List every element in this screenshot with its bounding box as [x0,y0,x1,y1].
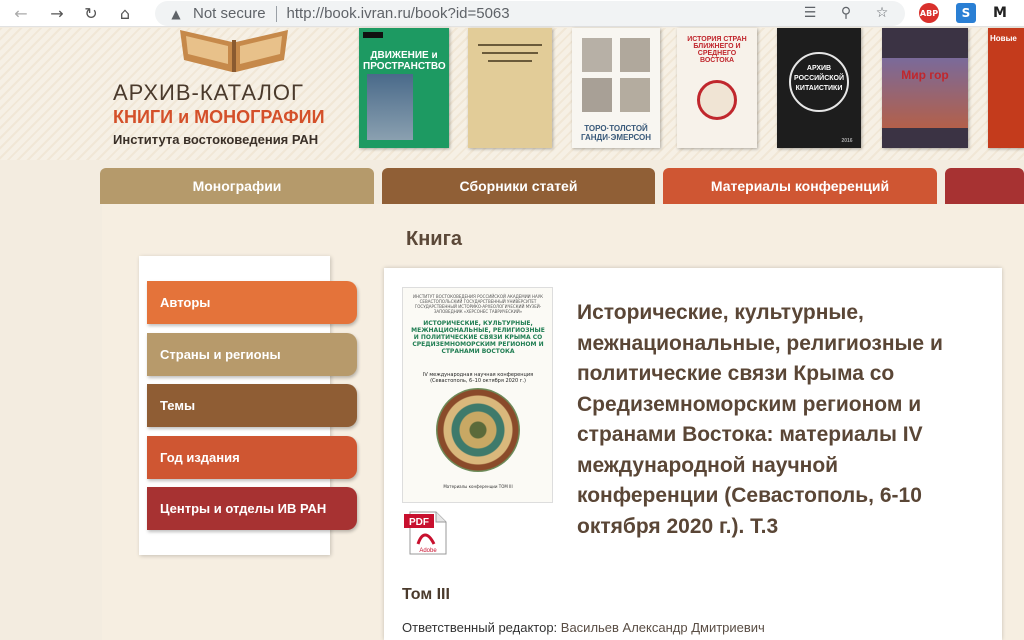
s-extension-icon[interactable]: S [956,3,976,23]
cover-line [478,44,542,46]
header-cover-6-text: Мир гор [901,68,949,82]
reload-icon[interactable]: ↻ [80,2,102,24]
address-bar[interactable]: ▲ Not secure http://book.ivran.ru/book?i… [155,1,905,26]
portrait [620,38,650,72]
home-icon[interactable]: ⌂ [114,2,136,24]
forward-arrow-icon[interactable]: → [46,2,68,24]
header-cover-5-year: 2016 [841,138,853,144]
header-cover-4-text: ИСТОРИЯ СТРАН БЛИЖНЕГО И СРЕДНЕГО ВОСТОК… [687,36,747,64]
sidebar-item-countries[interactable]: Страны и регионы [147,333,357,376]
sidebar-item-centers[interactable]: Центры и отделы ИВ РАН [147,487,357,530]
translate-icon[interactable]: ☰ [801,4,819,22]
header-cover-1-text: ДВИЖЕНИЕ и ПРОСТРАНСТВО [363,50,446,72]
cover-line [488,60,532,62]
m-extension-icon[interactable]: M [990,3,1010,23]
editor-line: Ответственный редактор: Васильев Алексан… [402,620,765,635]
zoom-icon[interactable]: ⚲ [837,4,855,22]
portrait [582,78,612,112]
publisher-mark [363,32,383,38]
cover-line [482,52,538,54]
pdf-label: PDF [409,517,429,528]
header-cover-5[interactable]: АРХИВ РОССИЙСКОЙ КИТАИСТИКИ 2016 [777,28,861,148]
sidebar-item-authors[interactable]: Авторы [147,281,357,324]
book-volume: Том III [402,586,450,603]
omnibox-divider [275,5,277,22]
book-cover-title: ИСТОРИЧЕСКИЕ, КУЛЬТУРНЫЕ, МЕЖНАЦИОНАЛЬНЫ… [411,320,545,355]
header-cover-3-text: ТОРО·ТОЛСТОЙ ГАНДИ·ЭМЕРСОН [580,124,652,142]
portrait [620,78,650,112]
header-cover-5-text: АРХИВ РОССИЙСКОЙ КИТАИСТИКИ [794,65,844,92]
editor-name-link[interactable]: Васильев Александр Дмитриевич [561,620,765,635]
browser-toolbar: ← → ↻ ⌂ ▲ Not secure http://book.ivran.r… [0,0,1024,27]
sidebar-item-year[interactable]: Год издания [147,436,357,479]
book-title: Исторические, культурные, межнациональны… [577,301,943,538]
book-cover[interactable]: ИНСТИТУТ ВОСТОКОВЕДЕНИЯ РОССИЙСКОЙ АКАДЕ… [402,287,553,503]
category-tabs: Монографии Сборники статей Материалы кон… [100,168,1024,204]
cover-photo [367,74,413,140]
tab-collections[interactable]: Сборники статей [382,168,655,204]
book-cover-header: ИНСТИТУТ ВОСТОКОВЕДЕНИЯ РОССИЙСКОЙ АКАДЕ… [413,294,543,314]
not-secure-label[interactable]: Not secure [193,5,266,22]
omnibox-actions: ☰ ⚲ ☆ [801,4,891,22]
bookmark-star-icon[interactable]: ☆ [873,4,891,22]
header-cover-3[interactable]: ТОРО·ТОЛСТОЙ ГАНДИ·ЭМЕРСОН [572,28,660,148]
tab-conference-materials[interactable]: Материалы конференций [663,168,937,204]
book-cover-subtitle: IV международная научная конференция (Се… [422,372,534,384]
back-arrow-icon[interactable]: ← [10,2,32,24]
pdf-download-icon[interactable]: PDF Adobe [404,510,450,556]
magnifier-graphic [697,80,737,120]
header-cover-7-text: Новые [990,34,1017,43]
url-text[interactable]: http://book.ivran.ru/book?id=5063 [287,5,510,22]
header-cover-6[interactable]: Мир гор [882,28,968,148]
header-cover-2[interactable] [468,28,552,148]
adobe-label: Adobe [419,548,437,554]
sidebar-item-topics[interactable]: Темы [147,384,357,427]
tab-monographs[interactable]: Монографии [100,168,374,204]
editor-label: Ответственный редактор: [402,620,558,635]
ceramic-plate-image [436,388,520,472]
sidebar: Авторы Страны и регионы Темы Год издания… [139,256,357,555]
book-cover-footer: Материалы конференции ТОМ III [443,484,513,489]
header-covers: ДВИЖЕНИЕ и ПРОСТРАНСТВО ТОРО·ТОЛСТОЙ ГАН… [0,28,1024,158]
header-cover-1[interactable]: ДВИЖЕНИЕ и ПРОСТРАНСТВО [359,28,449,148]
header-cover-4[interactable]: ИСТОРИЯ СТРАН БЛИЖНЕГО И СРЕДНЕГО ВОСТОК… [677,28,757,148]
page-title: Книга [406,228,463,250]
header-cover-7[interactable]: Новые [988,28,1024,148]
tab-more[interactable] [945,168,1024,204]
portrait [582,38,612,72]
adblock-extension-icon[interactable]: ABP [919,3,939,23]
warning-triangle-icon[interactable]: ▲ [169,7,183,21]
